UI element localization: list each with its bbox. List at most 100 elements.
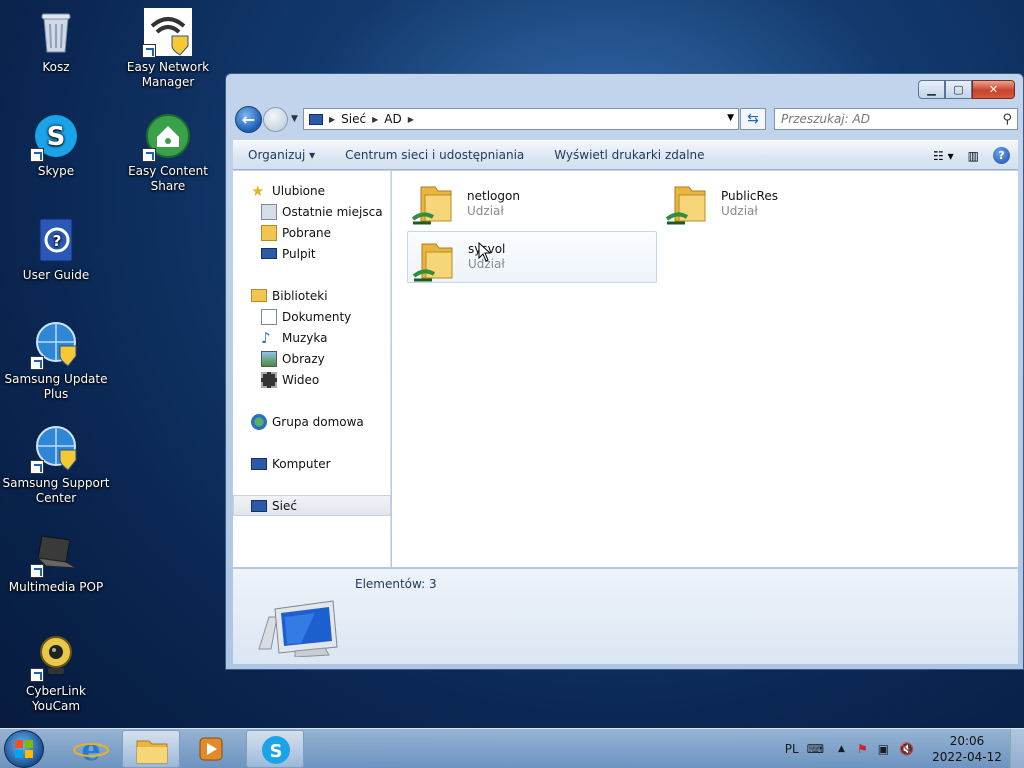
file-list: netlogon Udział PublicRes Udział sysvol … [392,171,1018,567]
action-center-flag-icon[interactable]: ⚑ [857,742,868,756]
desktop-icon-recycle-bin[interactable]: Kosz [1,8,111,75]
desktop-icon-user-guide[interactable]: ? User Guide [1,216,111,283]
nav-documents[interactable]: Dokumenty [233,306,391,327]
recent-places-icon [261,203,277,220]
nav-computer[interactable]: Komputer [233,453,391,474]
back-button[interactable]: ← [235,106,262,133]
nav-favorites[interactable]: ★ Ulubione [233,180,391,201]
nav-homegroup[interactable]: Grupa domowa [233,411,391,432]
skype-icon: S [30,112,80,162]
desktop-icon-multimedia-pop[interactable]: Multimedia POP [1,528,111,595]
nav-music[interactable]: ♪ Muzyka [233,327,391,348]
help-icon[interactable]: ? [993,147,1010,164]
windows-logo-icon [15,740,33,758]
breadcrumb-arrow-icon[interactable]: ▶ [408,115,414,124]
share-name: PublicRes [721,189,778,203]
keyboard-icon[interactable]: ⌨ [807,742,824,756]
preview-pane-icon[interactable]: ▥ [968,149,979,163]
explorer-window: ▁ ▢ ✕ ← ▼ ▶ Sieć ▶ AD ▶ ▼ ⇆ Przeszukaj: … [225,73,1024,670]
help-book-icon: ? [32,216,80,264]
breadcrumb-arrow-icon[interactable]: ▶ [329,115,335,124]
desktop-icon-skype[interactable]: S Skype [1,112,111,179]
nav-network[interactable]: Sieć [233,495,391,516]
desktop-icon-easy-content-share[interactable]: Easy Content Share [113,112,223,194]
skype-icon: S [262,736,290,764]
film-icon [261,371,277,388]
taskbar: e S PL ⌨ ▲ ⚑ ▣ 🔇 20:06 2022-04-12 [0,728,1024,768]
share-name: netlogon [467,189,520,203]
shared-folder-icon [411,181,459,225]
clock[interactable]: 20:06 2022-04-12 [924,733,1010,765]
nav-recent[interactable]: Ostatnie miejsca [233,201,391,222]
navigation-bar: ← ▼ ▶ Sieć ▶ AD ▶ ▼ ⇆ Przeszukaj: AD ⚲ [233,105,1018,133]
show-hidden-icons-button[interactable]: ▲ [838,744,845,754]
address-dropdown-icon[interactable]: ▼ [727,113,734,123]
taskbar-media-player[interactable] [182,730,240,768]
breadcrumb-ad[interactable]: AD [384,112,401,126]
nav-pictures[interactable]: Obrazy [233,348,391,369]
close-button[interactable]: ✕ [972,80,1015,99]
svg-text:S: S [270,741,283,762]
network-computer-large-icon [255,587,345,660]
laptop-icon [30,528,80,578]
remote-printers-button[interactable]: Wyświetl drukarki zdalne [539,148,719,162]
search-input[interactable]: Przeszukaj: AD ⚲ [774,108,1018,130]
command-bar: Organizuj ▾ Centrum sieci i udostępniani… [233,140,1018,170]
taskbar-internet-explorer[interactable]: e [62,730,120,768]
breadcrumb-arrow-icon[interactable]: ▶ [372,115,378,124]
desktop-icon-easy-network-manager[interactable]: Easy Network Manager [113,8,223,90]
network-status-icon[interactable]: ▣ [878,742,889,756]
language-indicator[interactable]: PL [785,742,799,756]
shared-folder-icon [665,181,713,225]
share-item-netlogon[interactable]: netlogon Udział [407,175,657,227]
home-share-icon [142,112,192,162]
view-options-icon[interactable]: ☷ ▾ [933,149,954,163]
mouse-cursor-icon [478,242,492,262]
share-item-sysvol[interactable]: sysvol Udział [407,231,657,283]
navigation-pane: ★ Ulubione Ostatnie miejsca Pobrane Pulp… [233,171,391,567]
start-button[interactable] [4,730,44,768]
system-tray: PL ⌨ ▲ ⚑ ▣ 🔇 20:06 2022-04-12 [785,729,1024,768]
taskbar-explorer[interactable] [122,730,180,768]
desktop-icon-youcam[interactable]: CyberLink YouCam [1,632,111,714]
desktop-icon-samsung-update[interactable]: Samsung Update Plus [1,320,111,402]
nav-desktop[interactable]: Pulpit [233,243,391,264]
search-icon: ⚲ [1002,112,1012,127]
recycle-bin-icon [32,8,80,56]
taskbar-skype[interactable]: S [246,730,304,768]
organize-button[interactable]: Organizuj ▾ [233,148,330,162]
show-desktop-button[interactable] [1010,729,1024,768]
desktop-icon [261,248,277,259]
minimize-button[interactable]: ▁ [918,80,945,99]
item-count: Elementów: 3 [355,577,437,591]
nav-downloads[interactable]: Pobrane [233,222,391,243]
address-bar[interactable]: ▶ Sieć ▶ AD ▶ ▼ [303,108,739,130]
caption-buttons: ▁ ▢ ✕ [918,80,1015,99]
libraries-icon [251,289,267,302]
maximize-button[interactable]: ▢ [945,80,972,99]
network-center-button[interactable]: Centrum sieci i udostępniania [330,148,539,162]
forward-button[interactable] [263,107,288,132]
breadcrumb-network[interactable]: Sieć [341,112,366,126]
recent-pages-dropdown[interactable]: ▼ [291,114,298,124]
internet-explorer-icon: e [73,733,109,768]
desktop-icon-samsung-support[interactable]: Samsung Support Center [1,424,111,506]
webcam-icon [30,632,80,682]
network-icon [251,499,267,512]
nav-libraries[interactable]: Biblioteki [233,285,391,306]
nav-videos[interactable]: Wideo [233,369,391,390]
globe-shield-icon [30,320,80,370]
downloads-folder-icon [261,224,277,241]
star-icon: ★ [251,181,265,200]
document-icon [261,308,277,325]
computer-icon [251,457,267,470]
music-note-icon: ♪ [261,328,271,347]
volume-muted-icon[interactable]: 🔇 [899,742,914,756]
media-player-icon [199,737,223,761]
network-computer-icon [309,113,323,125]
share-item-publicres[interactable]: PublicRes Udział [661,175,911,227]
refresh-button[interactable]: ⇆ [740,108,766,130]
share-type: Udział [721,204,758,218]
svg-text:e: e [81,733,100,768]
svg-text:?: ? [53,232,62,250]
